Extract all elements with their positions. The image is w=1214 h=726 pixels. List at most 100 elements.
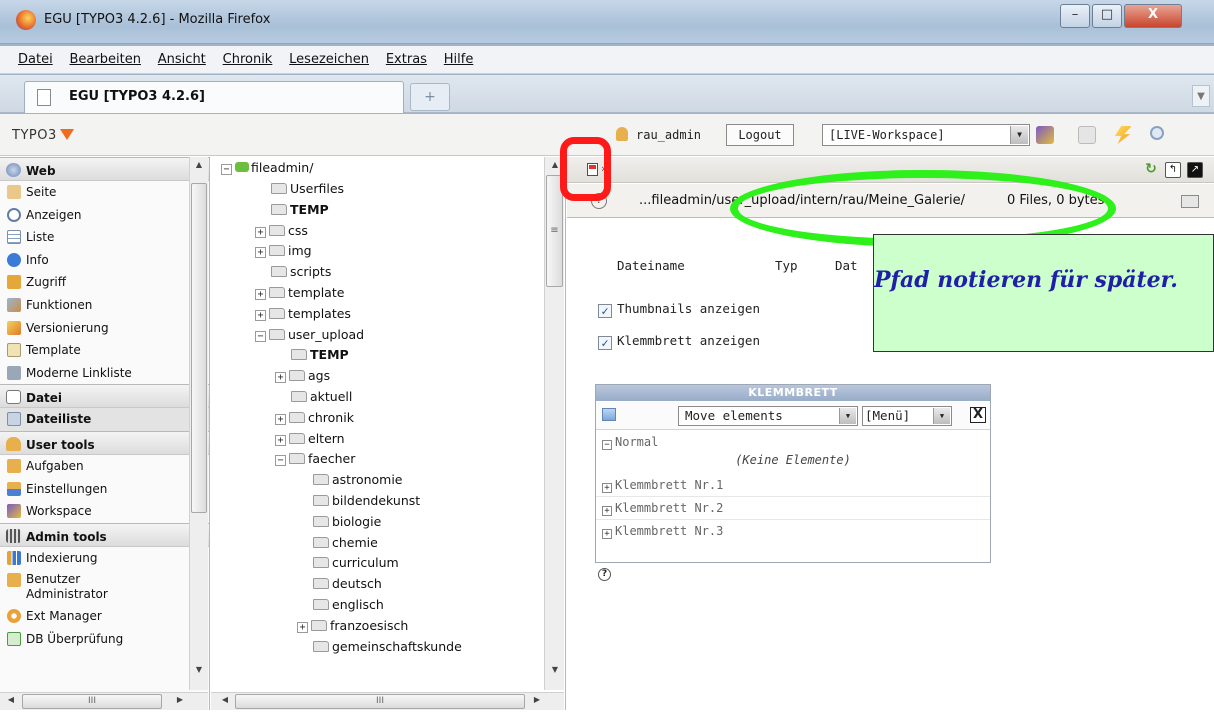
thumbnails-checkbox[interactable]: ✓ [598,304,612,318]
browser-tab-egu[interactable]: EGU [TYPO3 4.2.6] [24,81,404,113]
module-menu-scrollbar[interactable]: ▲ ▼ [189,157,208,690]
module-db-ueberpruefung[interactable]: DB Überprüfung [0,628,209,651]
tree-folder-chemie[interactable]: chemie [313,532,378,553]
group-user-tools[interactable]: User tools [0,430,209,455]
tree-folder-css[interactable]: + css [255,220,308,241]
close-window-button[interactable]: X [1124,4,1182,28]
tree-folder-englisch[interactable]: englisch [313,594,384,615]
group-datei[interactable]: Datei [0,384,209,409]
menu-datei[interactable]: Datei [18,46,53,74]
reload-icon[interactable]: ↻ [1143,162,1159,178]
module-moderne-linkliste[interactable]: Moderne Linkliste [0,362,209,385]
tree-folder-curriculum[interactable]: curriculum [313,552,399,573]
tree-folder-template[interactable]: + template [255,282,344,303]
open-new-window-icon[interactable]: ↗ [1187,162,1203,178]
tree-folder-bildendekunst[interactable]: bildendekunst [313,490,420,511]
tree-folder-temp[interactable]: TEMP [291,344,349,365]
tree-folder-userfiles[interactable]: Userfiles [271,178,344,199]
module-template[interactable]: Template [0,339,209,362]
tree-folder-scripts[interactable]: scripts [271,261,331,282]
clipboard-checkbox[interactable]: ✓ [598,336,612,350]
maximize-button[interactable]: □ [1092,4,1122,28]
scroll-down-icon[interactable]: ▼ [547,665,563,674]
clipboard-grid-icon[interactable] [602,408,616,421]
tree-folder-gemeinschaftskunde[interactable]: gemeinschaftskunde [313,636,462,657]
module-aufgaben[interactable]: Aufgaben [0,455,209,478]
module-zugriff[interactable]: Zugriff [0,271,209,294]
hscroll-thumb[interactable]: III [22,694,162,709]
menu-bearbeiten[interactable]: Bearbeiten [70,46,141,74]
expand-icon[interactable]: + [602,506,612,516]
workspace-icon[interactable] [1036,126,1054,144]
clipboard-remove-button[interactable]: X [970,407,986,423]
collapse-icon[interactable]: − [275,455,286,467]
scroll-right-icon[interactable]: ▶ [172,695,188,704]
tree-folder-img[interactable]: + img [255,240,312,261]
tree-folder-astronomie[interactable]: astronomie [313,469,403,490]
module-benutzer-administrator[interactable]: Benutzer Administrator [0,569,209,605]
expand-icon[interactable]: + [275,434,286,446]
tree-folder-deutsch[interactable]: deutsch [313,573,382,594]
tree-folder-aktuell[interactable]: aktuell [291,386,352,407]
module-dateiliste[interactable]: Dateiliste [0,408,209,431]
clipboard-menu-select[interactable]: [Menü] ▼ [862,406,952,426]
col-typ[interactable]: Typ [775,258,798,273]
col-dateiname[interactable]: Dateiname [617,258,685,273]
module-funktionen[interactable]: Funktionen [0,294,209,317]
clipboard-option[interactable]: ✓ Klemmbrett anzeigen [598,333,760,350]
expand-icon[interactable]: + [602,529,612,539]
clipboard-mode-select[interactable]: Move elements ▼ [678,406,858,426]
thumbnails-option[interactable]: ✓ Thumbnails anzeigen [598,301,760,318]
scroll-down-icon[interactable]: ▼ [191,665,207,674]
tree-hscrollbar[interactable]: ◀ III ▶ [211,692,564,710]
scroll-left-icon[interactable]: ◀ [3,695,19,704]
tree-folder-franzoesisch[interactable]: + franzoesisch [297,615,408,636]
module-info[interactable]: Info [0,249,209,272]
tree-scrollbar[interactable]: ▲ ≡ ▼ [544,157,564,690]
logout-button[interactable]: Logout [726,124,794,146]
group-admin-tools[interactable]: Admin tools [0,522,209,547]
collapse-icon[interactable]: − [221,164,232,175]
clipboard-pad-1[interactable]: + Klemmbrett Nr.1 [596,474,990,497]
menu-lesezeichen[interactable]: Lesezeichen [289,46,369,74]
collapse-icon[interactable]: − [602,440,612,450]
scroll-thumb[interactable] [191,183,207,513]
module-workspace[interactable]: Workspace [0,500,209,523]
expand-icon[interactable]: + [275,372,286,384]
tree-folder-temp[interactable]: TEMP [271,199,329,220]
collapse-icon[interactable]: − [255,330,266,342]
module-menu-hscrollbar[interactable]: ◀ III ▶ [0,692,208,710]
clipboard-pad-3[interactable]: + Klemmbrett Nr.3 [596,520,990,543]
module-versionierung[interactable]: Versionierung [0,317,209,340]
menu-ansicht[interactable]: Ansicht [158,46,206,74]
tree-folder-biologie[interactable]: biologie [313,511,381,532]
expand-icon[interactable]: + [255,247,266,259]
workspace-select[interactable]: [LIVE-Workspace] ▼ [822,124,1030,146]
tree-folder-templates[interactable]: + templates [255,303,351,324]
module-liste[interactable]: Liste [0,226,209,249]
module-seite[interactable]: Seite [0,181,209,204]
module-anzeigen[interactable]: Anzeigen [0,204,209,227]
tree-folder-user_upload[interactable]: − user_upload [255,324,364,345]
folder-up-icon[interactable]: ↰ [1165,162,1181,178]
tree-folder-ags[interactable]: + ags [275,365,330,386]
clipboard-pad-2[interactable]: + Klemmbrett Nr.2 [596,497,990,520]
expand-icon[interactable]: + [602,483,612,493]
col-datum[interactable]: Dat [835,258,858,273]
new-tab-button[interactable]: + [410,83,450,111]
scroll-right-icon[interactable]: ▶ [529,695,545,704]
hscroll-thumb[interactable]: III [235,694,525,709]
module-einstellungen[interactable]: Einstellungen [0,478,209,501]
expand-icon[interactable]: + [255,226,266,238]
minimize-button[interactable]: – [1060,4,1090,28]
tree-folder-eltern[interactable]: + eltern [275,428,345,449]
module-indexierung[interactable]: Indexierung [0,547,209,570]
tree-folder-chronik[interactable]: + chronik [275,407,354,428]
scroll-up-icon[interactable]: ▲ [191,160,207,169]
module-ext-manager[interactable]: Ext Manager [0,605,209,628]
menu-chronik[interactable]: Chronik [223,46,273,74]
expand-icon[interactable]: + [255,289,266,300]
expand-icon[interactable]: + [255,309,266,321]
menu-hilfe[interactable]: Hilfe [444,46,474,74]
clipboard-normal-row[interactable]: − Normal [596,431,990,454]
